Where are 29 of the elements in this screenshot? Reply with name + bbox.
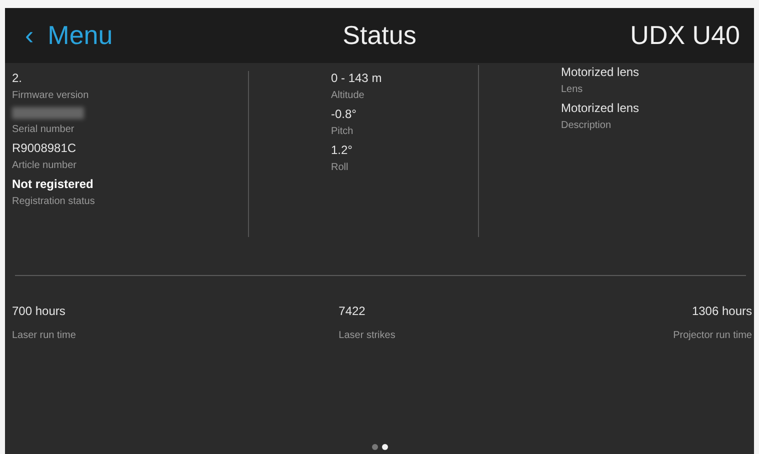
counter-value: 1306 hours — [692, 304, 752, 318]
counter-value: 7422 — [338, 304, 366, 318]
field-label: Altitude — [331, 90, 366, 101]
field-value: 2. — [12, 71, 24, 85]
counter-value: 700 hours — [12, 304, 66, 318]
field-label: Description — [561, 120, 612, 131]
menu-back-button[interactable]: ‹ Menu — [25, 20, 113, 51]
status-value: Not registered — [12, 177, 94, 191]
field-value: 1.2° — [331, 143, 354, 157]
field-value: Motorized lens — [561, 101, 640, 115]
counter-label: Laser run time — [12, 330, 77, 341]
field-value: -0.8° — [331, 107, 358, 121]
field-label: Roll — [331, 162, 350, 173]
field-value: Motorized lens — [561, 65, 640, 79]
blurred-value — [12, 107, 84, 119]
counter-label: Projector run time — [673, 330, 752, 341]
field-label: Pitch — [331, 126, 354, 137]
field-label: Lens — [561, 84, 584, 95]
page-indicator-dot[interactable] — [382, 444, 388, 450]
field-value: R9008981C — [12, 141, 78, 155]
device-name: UDX U40 — [630, 20, 740, 51]
field-value: 0 - 143 m — [331, 71, 383, 85]
field-label: Article number — [12, 160, 78, 171]
field-label: Registration status — [12, 196, 96, 207]
page-indicator-dot[interactable] — [372, 444, 378, 450]
field-label: Serial number — [12, 124, 76, 135]
page-title: Status — [342, 20, 416, 51]
counter-label: Laser strikes — [338, 330, 396, 341]
field-label: Firmware version — [12, 90, 90, 101]
